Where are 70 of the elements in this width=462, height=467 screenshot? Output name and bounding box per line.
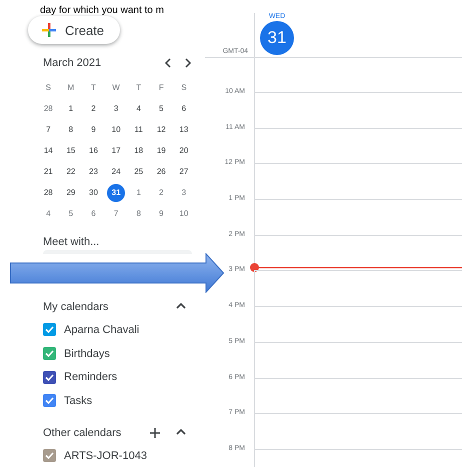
day-number[interactable]: 2 xyxy=(152,184,170,202)
day-number[interactable]: 16 xyxy=(84,142,102,160)
calendar-name: ARTS-JOR-1043 xyxy=(64,450,147,462)
day-number[interactable]: 3 xyxy=(107,100,126,118)
day-number[interactable]: 10 xyxy=(107,120,126,138)
day-number[interactable]: 19 xyxy=(152,142,170,160)
weekday-label: W xyxy=(112,83,120,92)
calendar-name: Aparna Chavali xyxy=(64,324,140,336)
day-number[interactable]: 5 xyxy=(152,100,170,118)
weekday-label: S xyxy=(181,83,187,92)
day-number[interactable]: 24 xyxy=(107,162,126,180)
day-number[interactable]: 3 xyxy=(174,184,193,202)
day-number[interactable]: 1 xyxy=(130,184,148,202)
checkbox[interactable] xyxy=(43,394,56,408)
day-number[interactable]: 8 xyxy=(62,120,80,138)
month-title: March 2021 xyxy=(43,57,102,69)
day-number[interactable]: 10 xyxy=(174,204,193,222)
chevron-left-icon[interactable] xyxy=(163,58,173,68)
caption-text: day for which you want to m xyxy=(40,4,164,17)
create-button[interactable]: Create xyxy=(28,16,120,44)
calendar-name: Reminders xyxy=(64,371,118,384)
section-title: Other calendars xyxy=(43,426,122,439)
day-number[interactable]: 5 xyxy=(62,204,80,222)
calendar-name: Tasks xyxy=(64,394,92,407)
day-number[interactable]: 4 xyxy=(130,100,148,118)
plus-icon xyxy=(41,22,57,38)
calendar-name: Birthdays xyxy=(64,348,110,360)
day-number[interactable]: 29 xyxy=(62,184,80,202)
weekday-label: M xyxy=(68,83,74,92)
day-number[interactable]: 22 xyxy=(62,162,80,180)
day-number[interactable]: 9 xyxy=(152,204,170,222)
day-number[interactable]: 8 xyxy=(130,204,148,222)
plus-icon[interactable] xyxy=(149,426,161,439)
day-number[interactable]: 31 xyxy=(107,184,126,202)
day-number[interactable]: 23 xyxy=(84,162,102,180)
day-number[interactable]: 17 xyxy=(107,142,126,160)
weekday-label: T xyxy=(91,83,96,92)
day-number[interactable]: 11 xyxy=(130,120,148,138)
day-number[interactable]: 20 xyxy=(174,142,193,160)
day-number[interactable]: 14 xyxy=(39,142,58,160)
checkbox[interactable] xyxy=(43,323,56,336)
weekday-label: S xyxy=(46,83,51,92)
day-number[interactable]: 9 xyxy=(84,120,102,138)
day-number[interactable]: 4 xyxy=(39,204,58,222)
day-number[interactable]: 7 xyxy=(107,204,126,222)
day-number[interactable]: 28 xyxy=(39,100,58,118)
checkbox[interactable] xyxy=(43,449,56,462)
day-number[interactable]: 12 xyxy=(152,120,170,138)
day-number[interactable]: 26 xyxy=(152,162,170,180)
day-number[interactable]: 28 xyxy=(39,184,58,202)
day-number[interactable]: 13 xyxy=(174,120,193,138)
day-number[interactable]: 7 xyxy=(39,120,58,138)
day-number[interactable]: 30 xyxy=(84,184,102,202)
weekday-label: T xyxy=(136,83,142,92)
date-circle[interactable]: 31 xyxy=(260,21,294,55)
chevron-right-icon[interactable] xyxy=(183,58,193,68)
day-number[interactable]: 1 xyxy=(62,100,80,118)
checkbox[interactable] xyxy=(43,347,56,360)
day-number[interactable]: 15 xyxy=(62,142,80,160)
day-number[interactable]: 27 xyxy=(174,162,193,180)
checkbox[interactable] xyxy=(43,370,56,384)
section-title: Meet with... xyxy=(43,236,100,248)
weekday-label: F xyxy=(158,83,164,92)
day-number[interactable]: 21 xyxy=(39,162,58,180)
section-title: My calendars xyxy=(43,301,110,313)
day-number[interactable]: 6 xyxy=(84,204,102,222)
day-number[interactable]: 25 xyxy=(130,162,148,180)
day-number[interactable]: 6 xyxy=(174,100,193,118)
day-number[interactable]: 2 xyxy=(84,100,102,118)
day-number[interactable]: 18 xyxy=(130,142,148,160)
